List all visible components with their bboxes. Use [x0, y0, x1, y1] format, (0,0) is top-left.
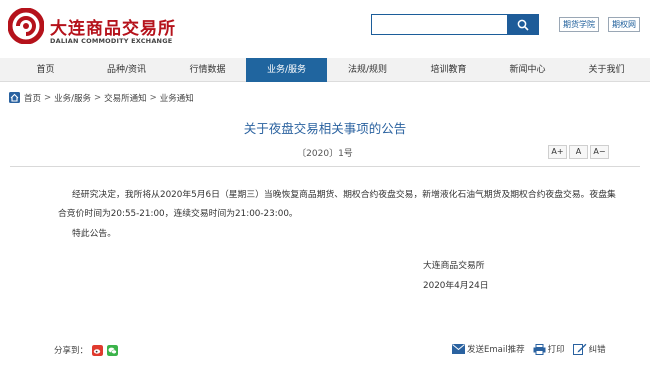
breadcrumb-home[interactable]: 首页	[24, 92, 41, 104]
search-button[interactable]	[507, 14, 539, 35]
signature-organization: 大连商品交易所	[423, 261, 485, 271]
report-error-label: 纠错	[588, 345, 606, 355]
nav-item-about[interactable]: 关于我们	[566, 58, 647, 82]
dce-logo-icon	[8, 8, 44, 44]
site-logo[interactable]: 大连商品交易所 DALIAN COMMODITY EXCHANGE	[8, 8, 198, 48]
nav-item-regulations[interactable]: 法规/规则	[327, 58, 408, 82]
email-icon	[452, 344, 465, 354]
logo-english-name: DALIAN COMMODITY EXCHANGE	[50, 37, 173, 45]
breadcrumb-separator: >	[94, 92, 102, 103]
logo-chinese-name: 大连商品交易所	[50, 19, 176, 39]
futures-academy-link[interactable]: 期货学院	[559, 17, 599, 32]
divider	[10, 166, 640, 167]
article-paragraph: 经研究决定，我所将从2020年5月6日（星期三）当晚恢复商品期货、期权合约夜盘交…	[58, 190, 616, 219]
nav-item-news[interactable]: 新闻中心	[487, 58, 568, 82]
nav-item-training[interactable]: 培训教育	[408, 58, 489, 82]
search-icon	[517, 19, 529, 31]
nav-item-products[interactable]: 品种/资讯	[86, 58, 167, 82]
site-header: 大连商品交易所 DALIAN COMMODITY EXCHANGE 期货学院 期…	[0, 0, 650, 58]
home-icon	[9, 92, 20, 103]
search-box	[371, 14, 539, 35]
wechat-icon[interactable]	[107, 344, 119, 356]
print-button[interactable]: 打印	[533, 343, 565, 355]
breadcrumb-separator: >	[149, 92, 157, 103]
article-paragraph: 特此公告。	[72, 229, 116, 239]
article-tools: 发送Email推荐 打印 纠错	[452, 343, 614, 355]
signature-date: 2020年4月24日	[423, 281, 489, 291]
print-icon	[533, 343, 546, 355]
email-recommend-button[interactable]: 发送Email推荐	[452, 343, 525, 355]
breadcrumb-business-services[interactable]: 业务/服务	[54, 92, 91, 104]
search-input[interactable]	[371, 14, 507, 35]
nav-item-business-services[interactable]: 业务/服务	[246, 58, 327, 82]
main-nav: 首页 品种/资讯 行情数据 业务/服务 法规/规则 培训教育 新闻中心 关于我们	[0, 58, 650, 82]
options-site-link[interactable]: 期权网	[608, 17, 640, 32]
font-decrease-button[interactable]: A−	[590, 145, 609, 159]
breadcrumb-exchange-notices[interactable]: 交易所通知	[104, 92, 147, 104]
edit-icon	[572, 343, 587, 355]
article-title: 关于夜盘交易相关事项的公告	[243, 121, 407, 136]
email-recommend-label: 发送Email推荐	[467, 345, 525, 355]
print-label: 打印	[547, 345, 565, 355]
font-increase-button[interactable]: A+	[548, 145, 567, 159]
report-error-button[interactable]: 纠错	[572, 343, 606, 355]
share-label: 分享到：	[54, 346, 89, 356]
nav-item-market-data[interactable]: 行情数据	[167, 58, 248, 82]
font-default-button[interactable]: A	[569, 145, 588, 159]
weibo-icon[interactable]	[92, 344, 104, 356]
font-size-controls: A+ A A−	[548, 145, 609, 159]
breadcrumb: 首页 > 业务/服务 > 交易所通知 > 业务通知	[9, 91, 194, 104]
breadcrumb-business-notices[interactable]: 业务通知	[160, 92, 194, 104]
share-bar: 分享到：	[54, 344, 119, 356]
nav-item-home[interactable]: 首页	[5, 58, 86, 82]
breadcrumb-separator: >	[44, 92, 52, 103]
